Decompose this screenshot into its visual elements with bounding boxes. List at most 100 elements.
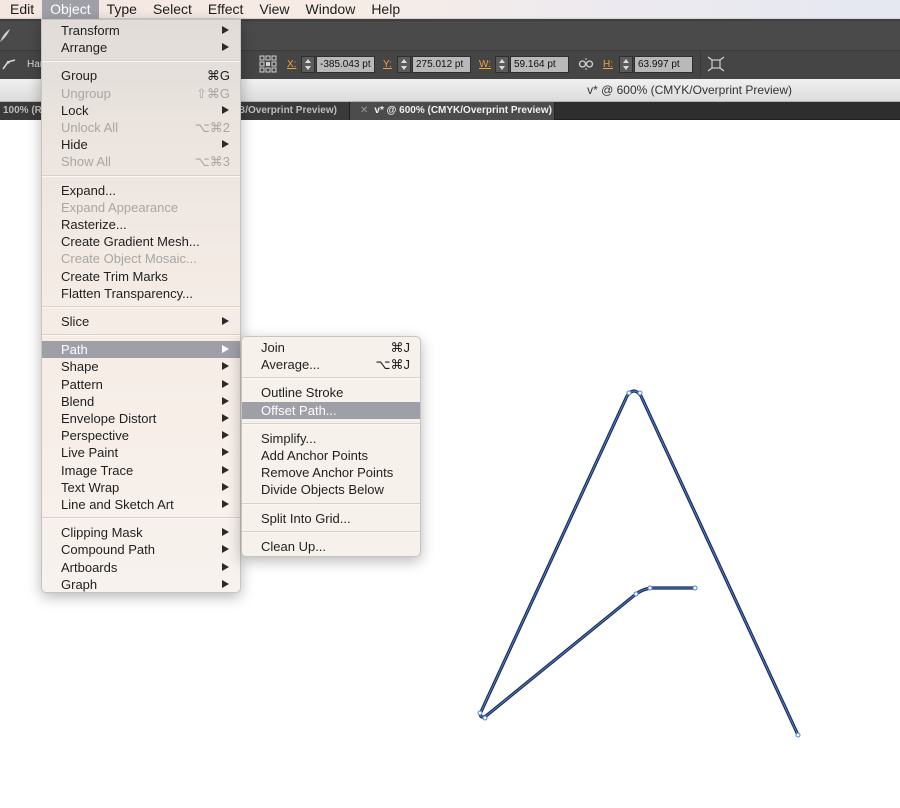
submenu-arrow-icon [222,396,229,405]
submenu-arrow-icon [222,579,229,588]
menu-item-label: Artboards [61,559,118,575]
submenu-arrow-icon [222,482,229,491]
path-menu-item-remove-anchor-points[interactable]: Remove Anchor Points [242,464,420,481]
menu-item-label: Group [61,68,98,84]
menu-item-shortcut: ⌥⌘3 [194,154,230,170]
submenu-arrow-icon [222,140,229,149]
object-menu-item-artboards[interactable]: Artboards [42,559,240,576]
menu-item-label: Compound Path [61,542,155,558]
menu-item-label: Show All [61,154,111,170]
menu-separator [42,334,240,337]
submenu-arrow-icon [222,105,229,114]
object-menu-item-create-object-mosaic: Create Object Mosaic... [42,250,240,267]
submenu-arrow-icon [222,545,229,554]
submenu-arrow-icon [222,317,229,325]
object-menu-item-lock[interactable]: Lock [42,102,240,119]
object-menu-item-clipping-mask[interactable]: Clipping Mask [42,524,240,541]
object-menu-item-group[interactable]: Group ⌘G [42,67,240,84]
path-menu-item-add-anchor-points[interactable]: Add Anchor Points [242,447,420,464]
menu-item-label: Add Anchor Points [261,448,368,463]
object-menu-item-image-trace[interactable]: Image Trace [42,462,240,479]
menu-item-label: Create Gradient Mesh... [61,234,200,250]
object-menu-item-text-wrap[interactable]: Text Wrap [42,479,240,496]
menu-item-label: Ungroup [61,85,111,101]
object-menu-item-line-and-sketch-art[interactable]: Line and Sketch Art [42,496,240,513]
anchor-point[interactable] [633,591,639,597]
menu-item-label: Pattern [61,376,103,392]
object-menu-item-rasterize[interactable]: Rasterize... [42,216,240,233]
menu-item-label: Path [61,342,88,358]
path-menu-item-split-into-grid[interactable]: Split Into Grid... [242,510,420,527]
menu-item-shortcut: ⇧⌘G [195,85,230,101]
object-menu-item-hide[interactable]: Hide [42,136,240,153]
object-menu-item-pattern[interactable]: Pattern [42,376,240,393]
submenu-arrow-icon [222,448,229,457]
path-menu-item-clean-up[interactable]: Clean Up... [242,538,420,555]
path-menu-item-offset-path[interactable]: Offset Path... [242,401,420,419]
menu-item-label: Split Into Grid... [261,510,351,526]
object-menu-item-expand[interactable]: Expand... [42,182,240,199]
object-menu-item-compound-path[interactable]: Compound Path [42,541,240,558]
menu-item-label: Image Trace [61,462,134,478]
menu-item-label: Create Trim Marks [61,268,168,284]
menu-item-shortcut: ⌥⌘2 [194,120,230,135]
object-menu-item-blend[interactable]: Blend [42,393,240,410]
menu-item-label: Text Wrap [61,479,120,495]
menu-item-label: Flatten Transparency... [61,285,193,301]
menu-item-label: Clean Up... [261,538,327,554]
object-menu-item-expand-appearance: Expand Appearance [42,199,240,216]
menu-item-label: Transform [61,23,120,38]
menu-item-label: Slice [61,314,90,329]
object-menu-item-arrange[interactable]: Arrange [42,39,240,56]
path-menu-item-simplify[interactable]: Simplify... [242,430,420,447]
object-menu-item-slice[interactable]: Slice [42,313,240,330]
menu-item-label: Remove Anchor Points [261,465,394,481]
anchor-point[interactable] [647,585,653,591]
object-menu-item-shape[interactable]: Shape [42,358,240,375]
anchor-point[interactable] [477,710,483,716]
menu-item-label: Hide [61,137,88,153]
object-menu-item-path[interactable]: Path [42,341,240,359]
object-menu-item-graph[interactable]: Graph [42,576,240,593]
menu-item-label: Blend [61,393,95,409]
object-menu-item-show-all: Show All ⌥⌘3 [42,153,240,170]
path-menu-item-average[interactable]: Average... ⌥⌘J [242,356,420,373]
letter-a-path[interactable] [478,389,800,737]
submenu-arrow-icon [222,528,229,537]
anchor-point[interactable] [626,390,632,396]
submenu-arrow-icon [222,562,229,571]
menu-item-label: Divide Objects Below [261,482,384,498]
path-menu-item-outline-stroke[interactable]: Outline Stroke [242,384,420,401]
menu-item-label: Average... [261,357,321,373]
submenu-arrow-icon [222,500,229,508]
menu-item-label: Clipping Mask [61,525,143,541]
menu-separator [42,60,240,63]
menu-item-label: Expand Appearance [61,199,179,215]
submenu-arrow-icon [222,26,229,34]
path-menu-item-divide-objects-below[interactable]: Divide Objects Below [242,481,420,498]
menu-item-label: Simplify... [261,430,317,446]
menu-item-label: Shape [61,359,99,375]
menu-item-shortcut: ⌘G [206,68,230,84]
object-menu-item-live-paint[interactable]: Live Paint [42,444,240,461]
object-menu-item-perspective[interactable]: Perspective [42,427,240,444]
object-menu-item-transform[interactable]: Transform [42,22,240,39]
object-menu-item-create-gradient-mesh[interactable]: Create Gradient Mesh... [42,233,240,250]
object-menu-item-create-trim-marks[interactable]: Create Trim Marks [42,268,240,285]
menu-item-label: Arrange [61,40,108,56]
menu-separator [42,174,240,177]
submenu-arrow-icon [222,345,229,354]
anchor-point[interactable] [795,732,801,738]
path-menu-item-join[interactable]: Join ⌘J [242,339,420,356]
object-menu: Transform Arrange Group ⌘G Ungroup ⇧⌘G Lock Unl… [41,19,241,593]
menu-separator [42,517,240,520]
menu-item-label: Lock [61,102,89,118]
menu-item-label: Unlock All [61,120,119,135]
object-menu-item-ungroup: Ungroup ⇧⌘G [42,85,240,102]
submenu-arrow-icon [222,379,229,388]
anchor-point[interactable] [692,585,698,591]
anchor-point[interactable] [482,715,488,721]
anchor-point[interactable] [637,390,643,396]
object-menu-item-envelope-distort[interactable]: Envelope Distort [42,410,240,427]
object-menu-item-flatten-transparency[interactable]: Flatten Transparency... [42,285,240,302]
